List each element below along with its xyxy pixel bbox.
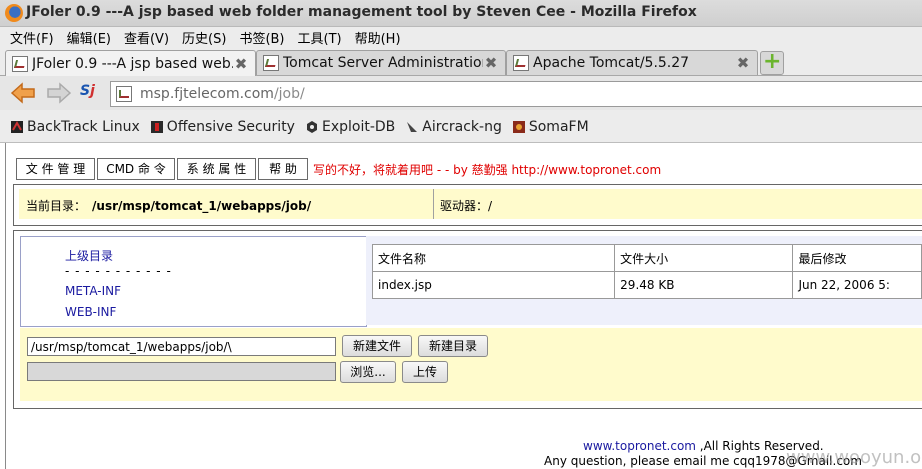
back-arrow-icon (10, 82, 35, 104)
tab-label: JFoler 0.9 ---A jsp based web... (32, 55, 233, 72)
window-title-bar: JFoler 0.9 ---A jsp based web folder man… (0, 0, 922, 27)
close-tab-icon[interactable]: ✖ (483, 54, 499, 72)
current-directory-label: 当前目录： (26, 199, 87, 213)
navigation-bar: Sj msp.fjtelecom.com/job/ (0, 76, 922, 110)
menu-help[interactable]: 帮助(H) (355, 28, 401, 47)
column-header-modified: 最后修改 (792, 244, 922, 272)
offsec-icon (150, 121, 163, 133)
bookmarks-toolbar: BackTrack Linux Offensive Security Explo… (0, 112, 922, 143)
menu-edit[interactable]: 编辑(E) (67, 28, 111, 47)
file-modified-cell: Jun 22, 2006 5: (792, 271, 922, 299)
backtrack-icon (11, 120, 23, 133)
divider (433, 189, 434, 219)
bookmark-somafm[interactable]: SomaFM (512, 119, 589, 135)
page-favicon-icon (12, 55, 28, 72)
somafm-icon (512, 121, 525, 133)
slogan-text: 写的不好，将就着用吧 - - by 慈勤强 http://www.toprone… (313, 163, 662, 177)
bookmark-label: BackTrack Linux (27, 119, 140, 135)
bookmark-label: Offensive Security (166, 119, 295, 135)
path-input[interactable] (27, 337, 336, 356)
bookmark-offensive-security[interactable]: Offensive Security (150, 119, 295, 135)
bookmark-exploit-db[interactable]: Exploit-DB (305, 119, 395, 135)
nav-file-manager[interactable]: 文 件 管 理 (16, 158, 95, 180)
aircrack-icon (407, 122, 418, 132)
page-favicon-icon (263, 55, 279, 71)
page-favicon-icon (513, 55, 529, 71)
parent-directory-link[interactable]: 上级目录 (65, 247, 113, 264)
firefox-icon (5, 4, 23, 22)
upload-button[interactable]: 上传 (402, 361, 448, 383)
bookmark-label: Aircrack-ng (422, 119, 502, 135)
back-button[interactable] (10, 81, 36, 105)
menu-tools[interactable]: 工具(T) (298, 28, 342, 47)
nav-system-properties[interactable]: 系 统 属 性 (177, 158, 256, 180)
dir-link-meta-inf[interactable]: META-INF (65, 284, 121, 298)
current-directory-path: /usr/msp/tomcat_1/webapps/job/ (92, 199, 312, 213)
dir-link-web-inf[interactable]: WEB-INF (65, 305, 116, 319)
url-host: msp.fjtelecom.com (140, 86, 274, 102)
plus-icon: + (763, 49, 782, 74)
bookmark-label: Exploit-DB (321, 119, 396, 135)
file-name-cell[interactable]: index.jsp (371, 271, 616, 299)
tab-tomcat-admin[interactable]: Tomcat Server Administration ✖ (256, 50, 506, 75)
tab-label: Apache Tomcat/5.5.27 (533, 55, 690, 71)
page-favicon-icon (116, 86, 132, 102)
window-title: JFoler 0.9 ---A jsp based web folder man… (26, 4, 697, 20)
menu-bookmarks[interactable]: 书签(B) (239, 28, 284, 47)
drive-label: 驱动器：/ (440, 199, 493, 213)
watermark: www.wooyun.org (786, 447, 922, 468)
new-directory-button[interactable]: 新建目录 (418, 335, 488, 357)
close-tab-icon[interactable]: ✖ (233, 55, 249, 73)
menu-bar: 文件(F) 编辑(E) 查看(V) 历史(S) 书签(B) 工具(T) 帮助(H… (0, 26, 922, 48)
separator-text: - - - - - - - - - - - (65, 264, 172, 278)
content-edge (5, 143, 6, 469)
tab-apache-tomcat[interactable]: Apache Tomcat/5.5.27 ✖ (506, 50, 758, 75)
menu-history[interactable]: 历史(S) (182, 28, 226, 47)
forward-button[interactable] (46, 81, 72, 105)
bookmark-backtrack[interactable]: BackTrack Linux (10, 119, 140, 135)
browse-button[interactable]: 浏览... (340, 361, 396, 383)
menu-view[interactable]: 查看(V) (124, 28, 169, 47)
address-bar[interactable]: msp.fjtelecom.com/job/ (110, 81, 922, 107)
nav-cmd[interactable]: CMD 命 令 (97, 158, 175, 180)
new-tab-button[interactable]: + (760, 49, 784, 75)
url-path: /job/ (273, 86, 305, 102)
column-header-name: 文件名称 (371, 244, 616, 272)
tab-label: Tomcat Server Administration (283, 55, 483, 71)
forward-arrow-icon (47, 82, 72, 104)
footer-link[interactable]: www.topronet.com (583, 439, 696, 453)
new-file-button[interactable]: 新建文件 (342, 335, 412, 357)
site-logo-icon[interactable]: Sj (80, 83, 102, 103)
current-directory: 当前目录： /usr/msp/tomcat_1/webapps/job/ (26, 197, 311, 214)
upload-file-field[interactable] (27, 362, 336, 381)
tab-bar: JFoler 0.9 ---A jsp based web... ✖ Tomca… (0, 48, 922, 76)
file-size-cell: 29.48 KB (614, 271, 794, 299)
exploitdb-icon (306, 121, 317, 133)
file-table: 文件名称 文件大小 最后修改 index.jsp 29.48 KB Jun 22… (371, 244, 922, 299)
table-row: index.jsp 29.48 KB Jun 22, 2006 5: (371, 271, 922, 299)
nav-help[interactable]: 帮 助 (258, 158, 308, 180)
table-header-row: 文件名称 文件大小 最后修改 (371, 244, 922, 272)
tab-jfoler[interactable]: JFoler 0.9 ---A jsp based web... ✖ (5, 50, 256, 76)
close-tab-icon[interactable]: ✖ (735, 54, 751, 72)
bookmark-aircrack[interactable]: Aircrack-ng (405, 119, 502, 135)
column-header-size: 文件大小 (614, 244, 794, 272)
menu-file[interactable]: 文件(F) (10, 28, 54, 47)
bookmark-label: SomaFM (528, 119, 589, 135)
